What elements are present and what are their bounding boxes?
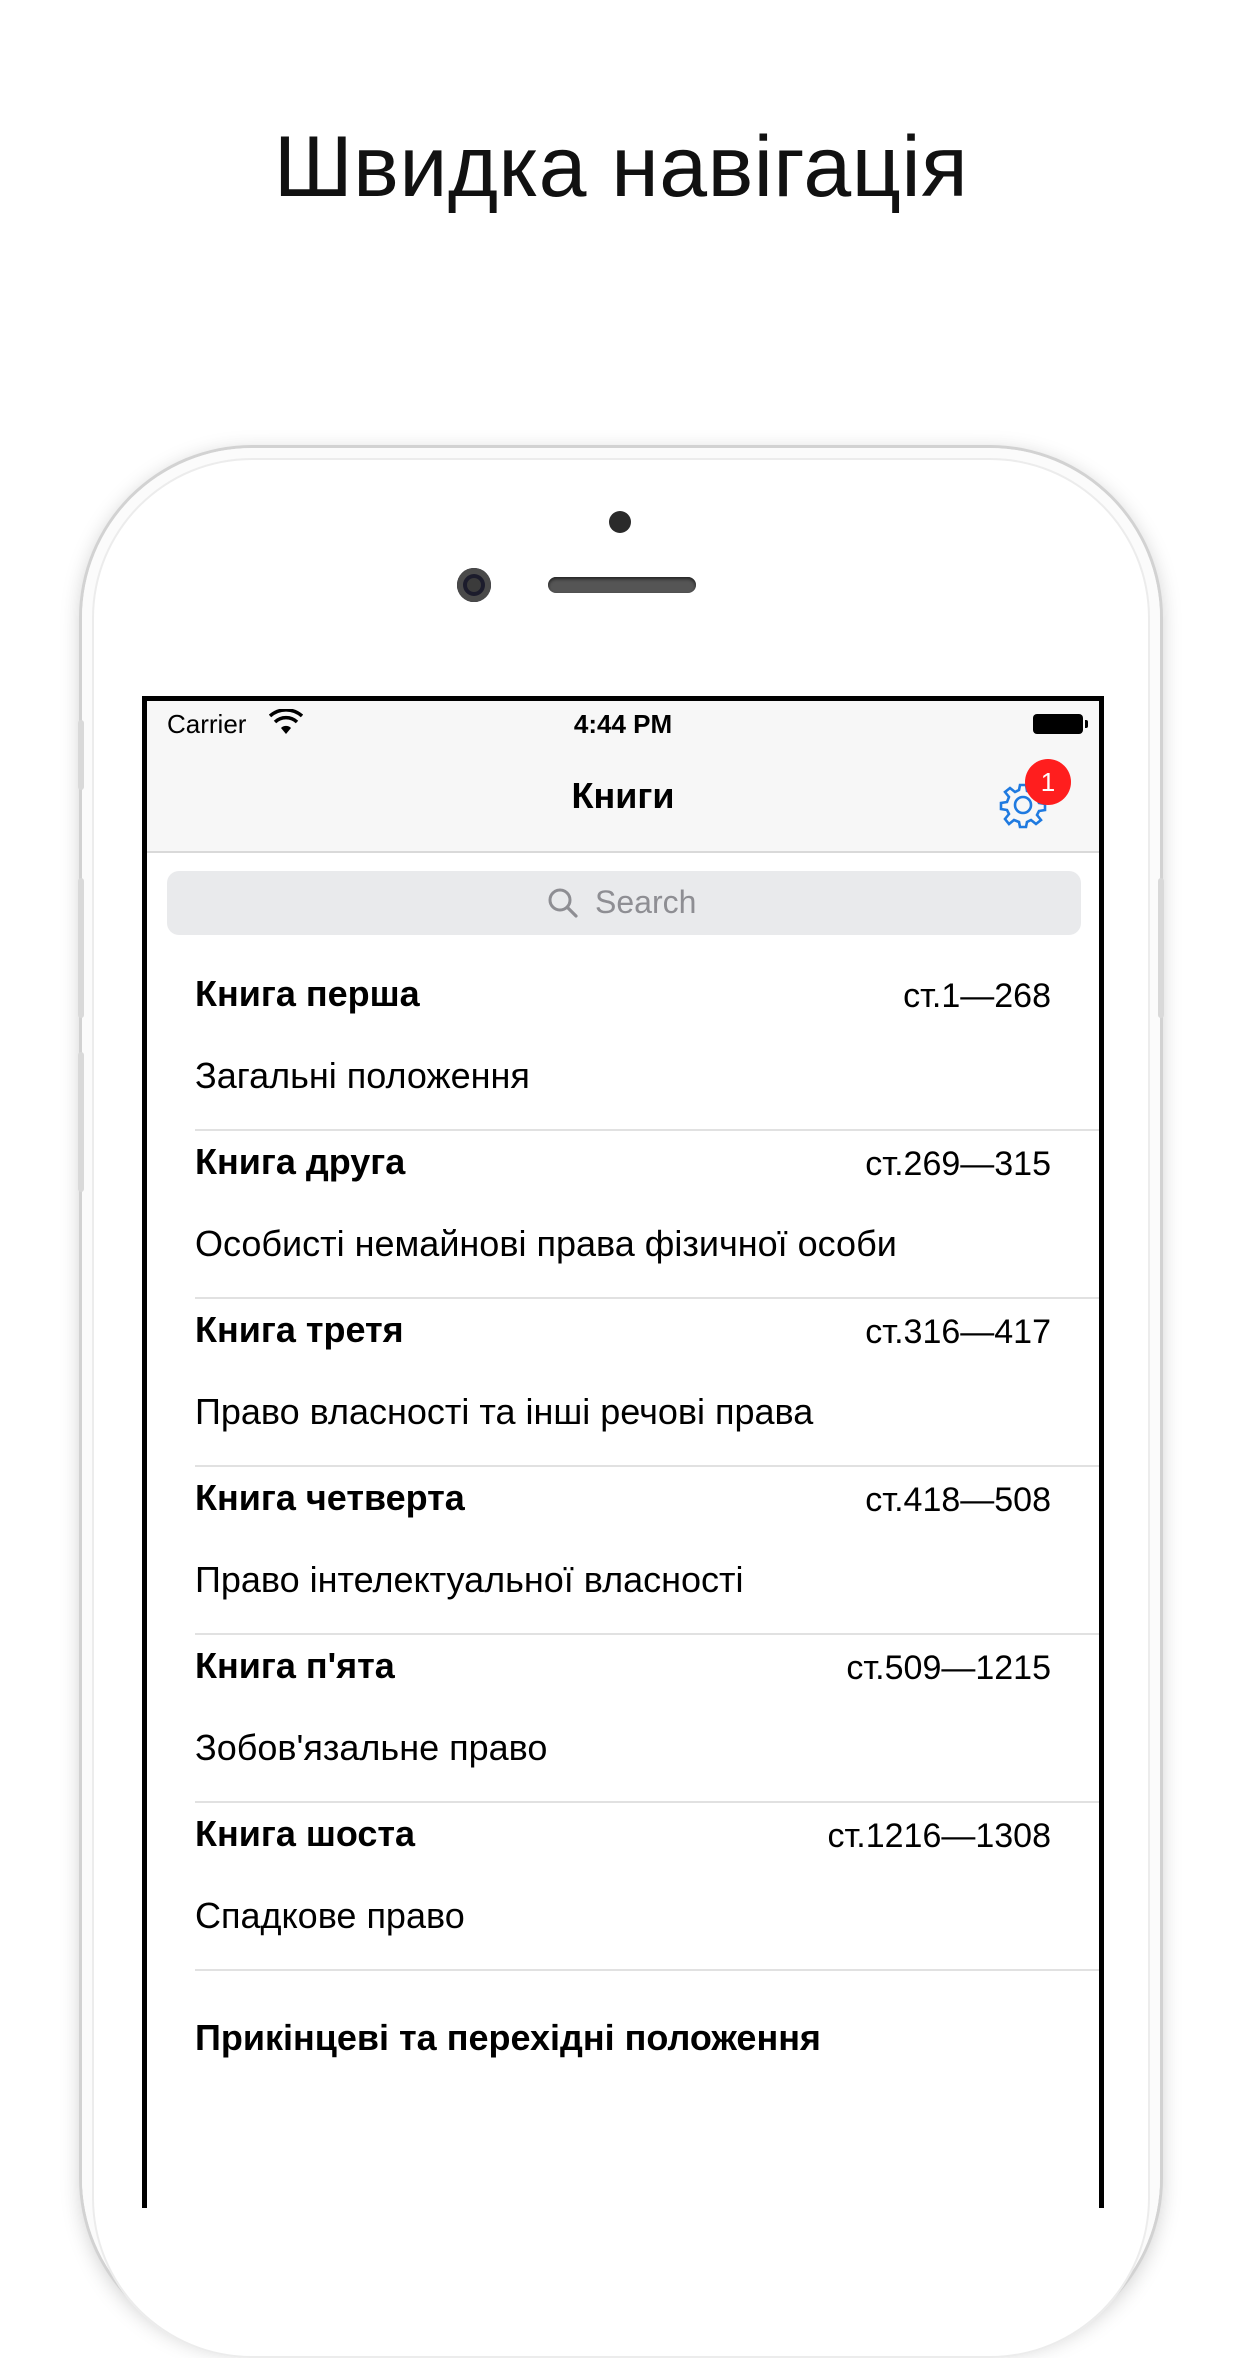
status-bar: Carrier 4:44 PM — [147, 701, 1099, 741]
battery-icon — [1033, 714, 1088, 734]
volume-up-button — [78, 878, 84, 1018]
book-title: Книга шоста — [195, 1813, 416, 1854]
book-subtitle: Право власності та інші речові права — [195, 1391, 814, 1432]
mute-switch — [78, 720, 84, 790]
books-list: Книга перша ст.1—268 Загальні положення … — [147, 963, 1099, 2121]
proximity-sensor — [609, 511, 631, 533]
search-icon — [548, 888, 578, 918]
search-input[interactable]: Search — [167, 871, 1081, 935]
book-range: ст.1216—1308 — [827, 1817, 1051, 1855]
headline: Швидка навігація — [273, 119, 969, 215]
list-item[interactable]: Книга перша ст.1—268 Загальні положення — [195, 963, 1099, 1131]
book-title: Книга п'ята — [195, 1645, 395, 1686]
book-range: ст.418—508 — [865, 1481, 1051, 1519]
book-range: ст.1—268 — [903, 977, 1051, 1015]
search-bar-container: Search — [147, 853, 1099, 953]
list-item[interactable]: Книга четверта ст.418—508 Право інтелект… — [195, 1467, 1099, 1635]
settings-badge: 1 — [1025, 759, 1071, 805]
list-item[interactable]: Книга п'ята ст.509—1215 Зобов'язальне пр… — [195, 1635, 1099, 1803]
earpiece-speaker — [548, 577, 696, 593]
list-item[interactable]: Книга друга ст.269—315 Особисті немайнов… — [195, 1131, 1099, 1299]
navigation-bar: Книги 1 — [147, 741, 1099, 853]
list-item[interactable]: Книга третя ст.316—417 Право власності т… — [195, 1299, 1099, 1467]
book-subtitle: Особисті немайнові права фізичної особи — [195, 1223, 897, 1264]
book-range: ст.269—315 — [865, 1145, 1051, 1183]
book-range: ст.509—1215 — [846, 1649, 1051, 1687]
book-subtitle: Спадкове право — [195, 1895, 465, 1936]
nav-title: Книги — [571, 775, 675, 816]
book-title: Книга перша — [195, 973, 420, 1014]
book-title: Книга друга — [195, 1141, 406, 1182]
book-range: ст.316—417 — [865, 1313, 1051, 1351]
search-placeholder: Search — [595, 884, 697, 920]
book-title: Книга третя — [195, 1309, 404, 1350]
book-subtitle: Загальні положення — [195, 1055, 530, 1096]
list-item[interactable]: Книга шоста ст.1216—1308 Спадкове право — [195, 1803, 1099, 1971]
book-title: Книга четверта — [195, 1477, 465, 1518]
book-subtitle: Право інтелектуальної власності — [195, 1559, 744, 1600]
volume-down-button — [78, 1052, 84, 1192]
phone-screen: Carrier 4:44 PM Книги 1 Search Книга пер… — [142, 696, 1104, 2208]
book-subtitle: Зобов'язальне право — [195, 1727, 548, 1768]
list-item-final-provisions[interactable]: Прикінцеві та перехідні положення — [195, 1971, 1099, 2121]
power-button — [1158, 878, 1164, 1018]
final-section-title: Прикінцеві та перехідні положення — [195, 2017, 821, 2058]
front-camera — [457, 568, 491, 602]
app-screen: Carrier 4:44 PM Книги 1 Search Книга пер… — [147, 701, 1099, 2208]
status-time: 4:44 PM — [573, 709, 673, 739]
